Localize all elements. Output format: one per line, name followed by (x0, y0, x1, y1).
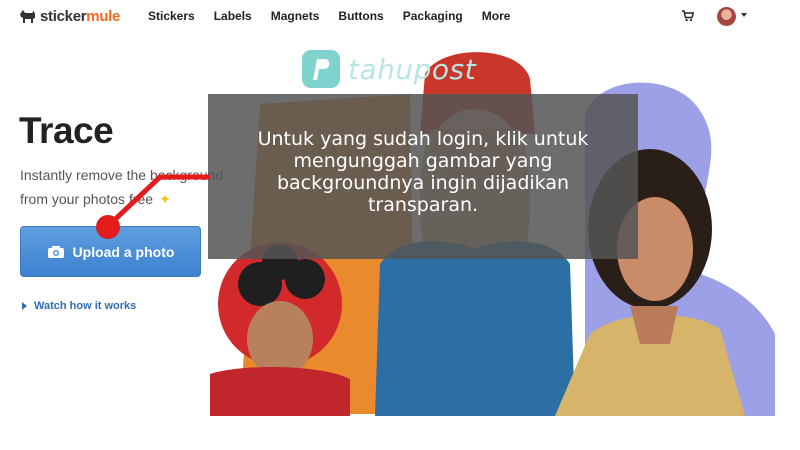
footer-strip (0, 416, 800, 450)
play-triangle-icon (22, 302, 27, 310)
callout-line-4: transparan. (367, 194, 479, 216)
tutorial-callout: Untuk yang sudah login, klik untuk mengu… (208, 94, 638, 259)
watermark-text: tahupost (348, 52, 477, 86)
callout-line-1: Untuk yang sudah login, klik untuk (257, 128, 589, 150)
nav-stickers[interactable]: Stickers (148, 9, 195, 23)
nav-magnets[interactable]: Magnets (271, 9, 320, 23)
watch-how-it-works-link[interactable]: Watch how it works (22, 300, 136, 312)
tutorial-callout-text: Untuk yang sudah login, klik untuk mengu… (208, 128, 638, 216)
camera-icon (47, 245, 64, 258)
mule-icon (20, 10, 35, 23)
nav-buttons[interactable]: Buttons (338, 9, 383, 23)
watch-label: Watch how it works (34, 300, 137, 312)
user-avatar[interactable] (717, 7, 736, 26)
hero-subtitle-text: Instantly remove the background from you… (20, 167, 224, 207)
nav-more[interactable]: More (482, 9, 511, 23)
top-navigation: stickermule Stickers Labels Magnets Butt… (0, 0, 800, 34)
upload-photo-label: Upload a photo (72, 243, 175, 260)
main-nav: Stickers Labels Magnets Buttons Packagin… (148, 9, 529, 23)
callout-line-2: mengunggah gambar yang (293, 150, 553, 172)
page-title: Trace (19, 110, 114, 151)
brand-logo[interactable]: stickermule (19, 6, 120, 26)
nav-labels[interactable]: Labels (214, 9, 252, 23)
screen: stickermule Stickers Labels Magnets Butt… (0, 0, 800, 450)
brand-wordmark: stickermule (40, 7, 121, 25)
watermark: tahupost (302, 50, 476, 88)
sparkle-icon: ✦ (159, 191, 171, 207)
upload-photo-button[interactable]: Upload a photo (20, 226, 201, 277)
nav-packaging[interactable]: Packaging (403, 9, 463, 23)
cart-icon[interactable] (682, 10, 694, 22)
caret-down-icon[interactable] (741, 13, 747, 17)
callout-line-3: backgroundnya ingin dijadikan (276, 172, 570, 194)
watermark-logo-icon (302, 50, 340, 88)
